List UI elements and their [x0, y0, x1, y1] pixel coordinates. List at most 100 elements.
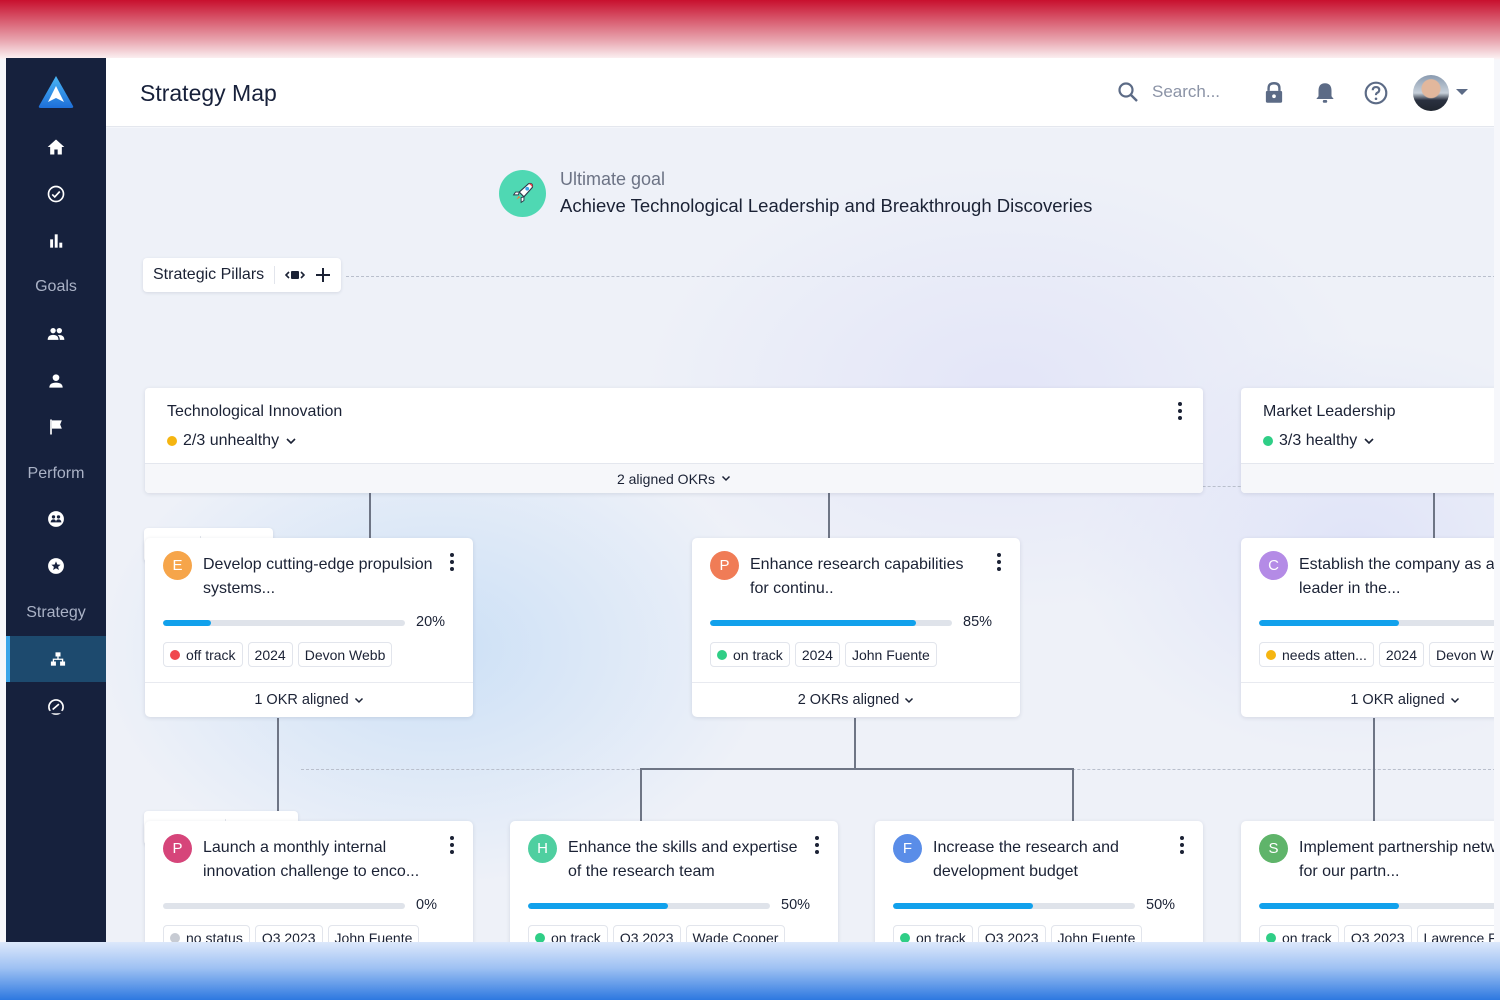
- more-options-icon[interactable]: [1173, 400, 1187, 422]
- aligned-okrs-toggle[interactable]: 2 OKRs aligned: [692, 682, 1020, 717]
- pillar-card[interactable]: Technological Innovation 2/3 unhealthy 2…: [145, 388, 1203, 493]
- okr-card[interactable]: S Implement partnership network for our p…: [1241, 821, 1494, 942]
- owner-badge[interactable]: John Fuente: [327, 925, 420, 942]
- bottom-gradient-band: [0, 942, 1500, 1000]
- help-icon[interactable]: [1363, 80, 1389, 106]
- okr-card[interactable]: F Increase the research and development b…: [875, 821, 1203, 942]
- aligned-okrs-toggle[interactable]: [1241, 463, 1494, 493]
- period-badge[interactable]: Q3 2023: [1343, 925, 1412, 942]
- okr-card[interactable]: E Develop cutting-edge propulsion systems…: [145, 538, 473, 717]
- owner-badge[interactable]: Devon W: [1429, 642, 1494, 667]
- okr-card[interactable]: P Launch a monthly internal innovation ch…: [145, 821, 473, 942]
- top-header: Strategy Map Search...: [106, 58, 1494, 127]
- sidebar-item-reviews[interactable]: [6, 496, 106, 542]
- chevron-down-icon: [722, 475, 731, 482]
- sidebar-section-goals: Goals: [35, 278, 77, 295]
- lock-icon[interactable]: [1261, 80, 1287, 106]
- status-badge[interactable]: no status: [163, 925, 250, 942]
- connector-line: [640, 768, 642, 821]
- status-badge[interactable]: needs atten...: [1259, 642, 1374, 667]
- owner-badge[interactable]: Wade Cooper: [685, 925, 786, 942]
- owner-avatar: P: [710, 551, 739, 580]
- owner-avatar: S: [1259, 834, 1288, 863]
- period-badge[interactable]: 2024: [247, 642, 293, 667]
- status-label: no status: [186, 929, 243, 943]
- status-label: needs atten...: [1282, 646, 1367, 663]
- sidebar-item-person[interactable]: [6, 358, 106, 404]
- sidebar-item-teams[interactable]: [6, 311, 106, 357]
- collapse-icon[interactable]: [285, 269, 306, 281]
- status-badge[interactable]: on track: [1259, 925, 1339, 942]
- pillar-health-dropdown[interactable]: 3/3 healthy: [1263, 432, 1375, 450]
- user-avatar[interactable]: [1413, 75, 1449, 111]
- okr-title[interactable]: Develop cutting-edge propulsion systems.…: [203, 553, 435, 601]
- row-label-text: Strategic Pillars: [153, 266, 265, 283]
- star-circle-icon: [48, 558, 64, 574]
- aligned-okrs-label: 2 aligned OKRs: [616, 470, 716, 487]
- more-options-icon[interactable]: [1175, 834, 1189, 856]
- aligned-okrs-toggle[interactable]: 1 OKR aligned: [145, 682, 473, 717]
- owner-badge[interactable]: John Fuente: [1050, 925, 1143, 942]
- status-badge[interactable]: off track: [163, 642, 243, 667]
- pillar-card[interactable]: Market Leadership 3/3 healthy: [1241, 388, 1494, 493]
- period-badge[interactable]: Q3 2023: [612, 925, 681, 942]
- aligned-okrs-toggle[interactable]: 2 aligned OKRs: [145, 463, 1203, 493]
- more-options-icon[interactable]: [992, 551, 1006, 573]
- okr-title[interactable]: Enhance research capabilities for contin…: [750, 553, 982, 601]
- sidebar-item-analytics[interactable]: [6, 218, 106, 264]
- progress-percent: 50%: [1146, 897, 1176, 913]
- more-options-icon[interactable]: [445, 551, 459, 573]
- okr-title[interactable]: Increase the research and development bu…: [933, 836, 1165, 884]
- progress-bar: [1259, 620, 1494, 626]
- okr-title[interactable]: Implement partnership network for our pa…: [1299, 836, 1494, 884]
- chevron-down-icon[interactable]: [1456, 89, 1468, 95]
- add-icon[interactable]: [315, 267, 331, 283]
- more-options-icon[interactable]: [810, 834, 824, 856]
- sidebar-item-dashboard[interactable]: [6, 684, 106, 730]
- okr-card[interactable]: H Enhance the skills and expertise of the…: [510, 821, 838, 942]
- okr-title[interactable]: Enhance the skills and expertise of the …: [568, 836, 800, 884]
- sidebar-item-flag[interactable]: [6, 404, 106, 450]
- sidebar-item-home[interactable]: [6, 124, 106, 170]
- progress-bar: [893, 903, 1135, 909]
- progress-fill: [1259, 620, 1400, 626]
- pillar-title: Technological Innovation: [167, 403, 343, 420]
- sidebar-item-recognition[interactable]: [6, 543, 106, 589]
- owner-avatar: F: [893, 834, 922, 863]
- status-dot: [170, 649, 180, 660]
- okr-title[interactable]: Establish the company as a leader in the…: [1299, 553, 1494, 601]
- health-label: 3/3 healthy: [1279, 432, 1358, 449]
- row-label-strategic-pillars: Strategic Pillars: [143, 258, 342, 292]
- bar-chart-icon: [50, 234, 63, 248]
- bell-icon[interactable]: [1312, 80, 1338, 106]
- rocket-icon: [499, 169, 546, 217]
- period-badge[interactable]: Q3 2023: [254, 925, 323, 942]
- status-dot: [170, 932, 180, 942]
- owner-badge[interactable]: Lawrence F: [1416, 925, 1494, 942]
- status-badge[interactable]: on track: [893, 925, 973, 942]
- sidebar-item-strategy-map[interactable]: [6, 636, 106, 682]
- period-badge[interactable]: 2024: [1378, 642, 1424, 667]
- pillar-health-dropdown[interactable]: 2/3 unhealthy: [167, 432, 297, 450]
- sidebar-item-tasks[interactable]: [6, 171, 106, 217]
- search-input[interactable]: Search...: [1116, 80, 1220, 104]
- period-badge[interactable]: 2024: [794, 642, 840, 667]
- aligned-okrs-toggle[interactable]: 1 OKR aligned: [1241, 682, 1494, 717]
- progress-fill: [163, 620, 212, 626]
- okr-card[interactable]: P Enhance research capabilities for conti…: [692, 538, 1020, 717]
- owner-badge[interactable]: Devon Webb: [297, 642, 393, 667]
- period-badge[interactable]: Q3 2023: [977, 925, 1046, 942]
- progress-percent: 50%: [781, 897, 811, 913]
- progress-percent: 0%: [416, 897, 437, 913]
- app-logo[interactable]: [36, 74, 76, 110]
- status-badge[interactable]: on track: [710, 642, 790, 667]
- okr-card[interactable]: C Establish the company as a leader in th…: [1241, 538, 1494, 717]
- status-badge[interactable]: on track: [528, 925, 608, 942]
- more-options-icon[interactable]: [445, 834, 459, 856]
- owner-badge[interactable]: John Fuente: [844, 642, 937, 667]
- okr-chips: on track Q3 2023 Lawrence F: [1259, 925, 1494, 942]
- ultimate-goal[interactable]: Ultimate goal Achieve Technological Lead…: [499, 169, 1092, 217]
- okr-title[interactable]: Launch a monthly internal innovation cha…: [203, 836, 435, 884]
- okr-chips: no status Q3 2023 John Fuente: [163, 925, 420, 942]
- progress-percent: 20%: [416, 614, 446, 630]
